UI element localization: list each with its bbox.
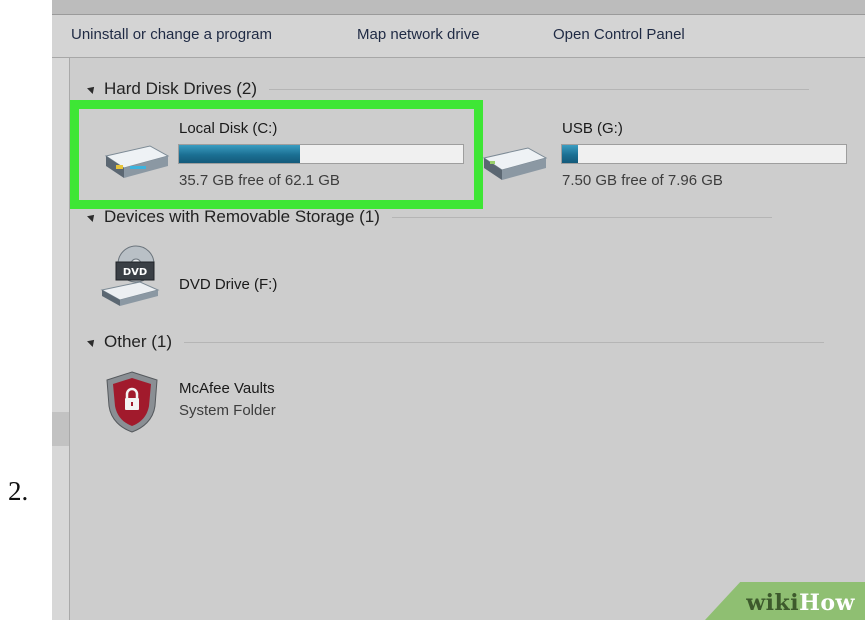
navigation-pane-handle[interactable] (52, 412, 69, 446)
group-title: Devices with Removable Storage (1) (104, 207, 380, 226)
collapse-arrow-icon[interactable] (87, 84, 97, 94)
step-number: 2. (8, 476, 29, 506)
dvd-drive-icon: DVD (100, 245, 160, 306)
group-hard-disk-drives[interactable]: Hard Disk Drives (2) (70, 78, 850, 100)
mcafee-vaults-type: System Folder (179, 402, 276, 419)
command-bar: Uninstall or change a program Map networ… (52, 15, 865, 58)
usb-drive-tile[interactable]: USB (G:) 7.50 GB free of 7.96 GB (480, 102, 865, 207)
usb-drive-free-space: 7.50 GB free of 7.96 GB (562, 172, 723, 189)
watermark-logo: wikiHow (746, 590, 855, 616)
group-title: Hard Disk Drives (2) (104, 79, 258, 98)
title-strip (52, 0, 865, 15)
explorer-window: Uninstall or change a program Map networ… (52, 0, 865, 620)
usb-drive-name: USB (G:) (562, 120, 623, 137)
watermark-part2: How (799, 590, 855, 616)
group-other[interactable]: Other (1) (70, 331, 850, 353)
group-removable-storage[interactable]: Devices with Removable Storage (1) (70, 206, 850, 228)
usb-drive-capacity-bar (561, 144, 847, 164)
navigation-pane[interactable] (52, 58, 70, 620)
selection-highlight (70, 100, 483, 209)
collapse-arrow-icon[interactable] (87, 212, 97, 222)
uninstall-program-button[interactable]: Uninstall or change a program (71, 26, 272, 43)
group-title: Other (1) (104, 332, 173, 351)
group-divider (184, 341, 825, 343)
usb-drive-used-fill (562, 145, 579, 163)
mcafee-vaults-tile[interactable]: McAfee Vaults System Folder (70, 362, 370, 448)
mcafee-shield-icon (106, 371, 158, 433)
collapse-arrow-icon[interactable] (87, 337, 97, 347)
dvd-drive-name: DVD Drive (F:) (179, 276, 278, 293)
usb-drive-icon (482, 147, 548, 180)
group-divider (391, 216, 772, 218)
map-network-drive-button[interactable]: Map network drive (357, 26, 480, 43)
group-divider (269, 88, 810, 90)
mcafee-vaults-name: McAfee Vaults (179, 380, 275, 397)
drives-view: Hard Disk Drives (2) Local Disk (C:) 35.… (70, 58, 865, 620)
open-control-panel-button[interactable]: Open Control Panel (553, 26, 685, 43)
watermark-part1: wiki (746, 590, 800, 616)
dvd-drive-tile[interactable]: DVD DVD Drive (F:) (70, 238, 370, 312)
dvd-icon-text: DVD (123, 267, 147, 278)
